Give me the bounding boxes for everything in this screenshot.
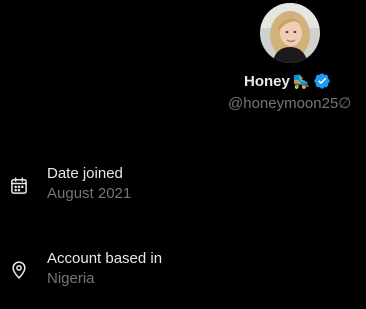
roller-skate-emoji: 🛼 (292, 72, 311, 89)
avatar-image (260, 3, 320, 63)
calendar-icon (9, 176, 29, 196)
date-joined-row: Date joined August 2021 (0, 165, 366, 207)
account-based-in-label: Account based in (47, 250, 163, 267)
avatar[interactable] (258, 1, 322, 65)
date-joined-label: Date joined (47, 165, 123, 182)
display-name[interactable]: Honey (244, 73, 290, 90)
account-location-row: Account based in Nigeria (0, 250, 366, 292)
date-joined-value: August 2021 (47, 185, 132, 202)
profile-handle[interactable]: @honeymoon25∅ (228, 94, 351, 112)
account-based-in-value: Nigeria (47, 270, 95, 287)
profile-name-row: Honey 🛼 (244, 71, 331, 91)
verified-badge-icon[interactable] (313, 72, 331, 90)
location-pin-icon (9, 260, 29, 280)
